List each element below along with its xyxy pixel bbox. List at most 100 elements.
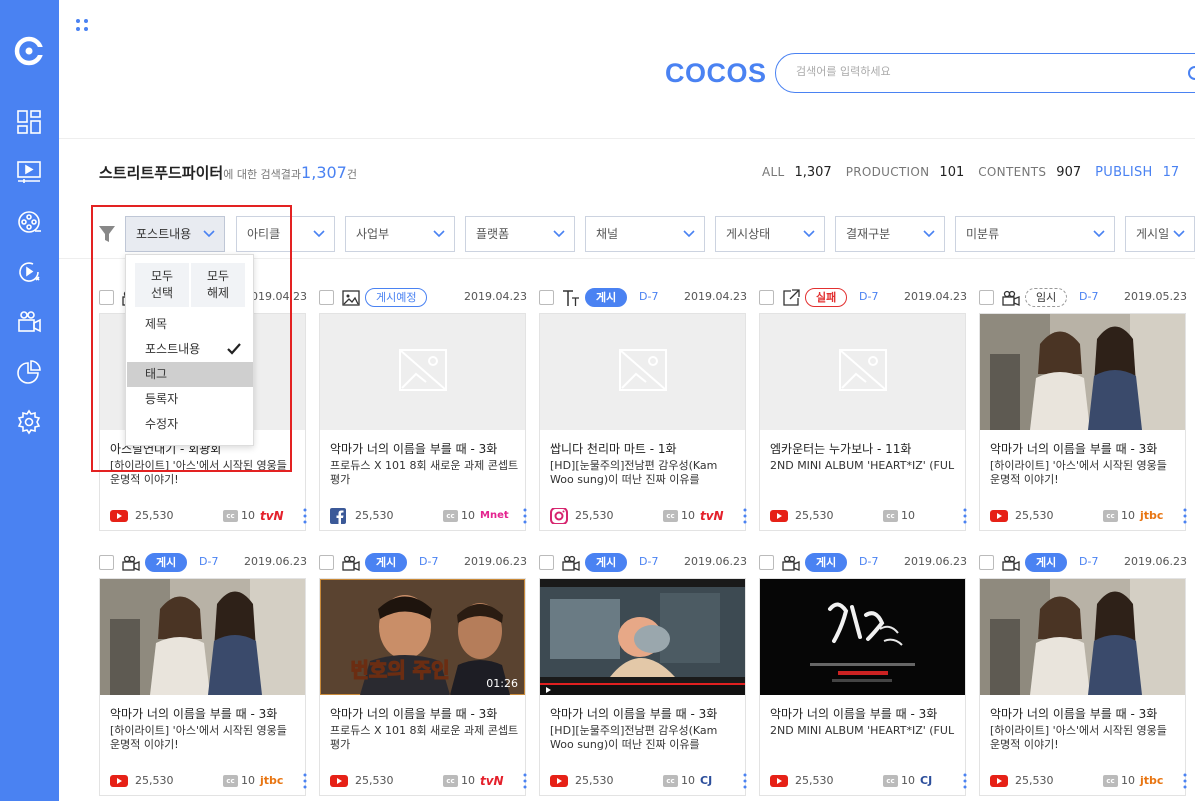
thumbnail-image xyxy=(760,579,965,695)
post-card[interactable]: 악마가 너의 이름을 부를 때 - 3화 2ND MINI ALBUM 'HEAR… xyxy=(759,578,967,796)
card-header: 게시 D-7 2019.06.23 xyxy=(759,553,967,575)
result-summary: 스트리트푸드파이터에 대한 검색결과1,307건 xyxy=(99,162,357,183)
app-logo-icon[interactable] xyxy=(14,36,44,66)
post-card[interactable]: 악마가 너의 이름을 부를 때 - 3화 [하이라이트] '아스'에서 시작된 영… xyxy=(99,578,307,796)
card-title[interactable]: 악마가 너의 이름을 부를 때 - 3화 xyxy=(990,705,1180,722)
more-options-icon[interactable] xyxy=(1183,773,1187,789)
status-badge: 실패 xyxy=(805,288,848,307)
filter-select-8[interactable]: 게시일 xyxy=(1125,216,1195,252)
deselect-all-button[interactable]: 모두 해제 xyxy=(191,263,245,307)
card-header: 게시 D-7 2019.04.23 xyxy=(539,288,747,310)
card-thumbnail[interactable] xyxy=(540,314,745,430)
more-options-icon[interactable] xyxy=(303,508,307,524)
video-camera-icon xyxy=(782,555,800,571)
card-checkbox[interactable] xyxy=(759,290,774,305)
more-options-icon[interactable] xyxy=(963,773,967,789)
filter-select-label: 채널 xyxy=(596,227,619,241)
settings-gear-icon[interactable] xyxy=(14,407,44,437)
filter-select-4[interactable]: 채널 xyxy=(585,216,705,252)
card-checkbox[interactable] xyxy=(979,555,994,570)
card-thumbnail[interactable] xyxy=(100,579,305,695)
dropdown-option-2[interactable]: 태그 xyxy=(127,362,253,387)
filter-select-2[interactable]: 사업부 xyxy=(345,216,455,252)
select-all-button[interactable]: 모두 선택 xyxy=(135,263,189,307)
app-grid-icon[interactable] xyxy=(74,17,90,33)
dropdown-option-4[interactable]: 수정자 xyxy=(127,412,253,437)
filter-select-label: 아티클 xyxy=(247,227,281,241)
chevron-down-icon xyxy=(203,230,215,238)
card-description: 프로듀스 X 101 8회 새로운 과제 콘셉트 평가 xyxy=(330,724,519,751)
card-title[interactable]: 악마가 너의 이름을 부를 때 - 3화 xyxy=(110,705,300,722)
dropdown-option-1[interactable]: 포스트내용 xyxy=(127,337,253,362)
more-options-icon[interactable] xyxy=(1183,508,1187,524)
thumbnail-image xyxy=(540,579,745,695)
card-description: [HD][눈물주의]전남편 감우성(Kam Woo sung)이 떠난 진짜 이… xyxy=(550,459,718,486)
post-card[interactable]: 악마가 너의 이름을 부를 때 - 3화 [HD][눈물주의]전남편 감우성(Ka… xyxy=(539,578,747,796)
dropdown-option-3[interactable]: 등록자 xyxy=(127,387,253,412)
search-icon[interactable] xyxy=(1186,64,1195,82)
card-title[interactable]: 쌉니다 천리마 마트 - 1화 xyxy=(550,440,740,457)
more-options-icon[interactable] xyxy=(303,773,307,789)
play-history-icon[interactable] xyxy=(14,257,44,287)
filter-select-0[interactable]: 포스트내용 xyxy=(125,216,225,252)
post-card[interactable]: 악마가 너의 이름을 부를 때 - 3화 [하이라이트] '아스'에서 시작된 영… xyxy=(979,313,1187,531)
dropdown-option-0[interactable]: 제목 xyxy=(127,312,253,337)
card-thumbnail[interactable] xyxy=(980,579,1185,695)
card-title[interactable]: 악마가 너의 이름을 부를 때 - 3화 xyxy=(770,705,960,722)
card-title[interactable]: 악마가 너의 이름을 부를 때 - 3화 xyxy=(330,440,520,457)
card-title[interactable]: 악마가 너의 이름을 부를 때 - 3화 xyxy=(990,440,1180,457)
filter-select-5[interactable]: 게시상태 xyxy=(715,216,825,252)
dashboard-icon[interactable] xyxy=(14,107,44,137)
card-description: [하이라이트] '아스'에서 시작된 영웅들 운명적 이야기! xyxy=(110,459,287,486)
stat-tab-publish[interactable]: PUBLISH 17 xyxy=(1095,165,1179,180)
filter-select-7[interactable]: 미분류 xyxy=(955,216,1115,252)
more-options-icon[interactable] xyxy=(743,773,747,789)
more-options-icon[interactable] xyxy=(963,508,967,524)
card-checkbox[interactable] xyxy=(319,555,334,570)
brand-logo-text[interactable]: COCOS xyxy=(665,58,767,89)
more-options-icon[interactable] xyxy=(743,508,747,524)
dday-label: D-7 xyxy=(639,555,659,568)
post-field-dropdown: 모두 선택 모두 해제 제목 포스트내용 태그 등록자 수정자 xyxy=(125,254,254,446)
video-camera-icon xyxy=(562,555,580,571)
card-thumbnail[interactable] xyxy=(760,314,965,430)
post-card[interactable]: 악마가 너의 이름을 부를 때 - 3화 프로듀스 X 101 8회 새로운 과제… xyxy=(319,313,527,531)
search-input[interactable] xyxy=(796,65,1166,78)
video-monitor-icon[interactable] xyxy=(14,157,44,187)
dday-label: D-7 xyxy=(859,555,879,568)
filter-select-6[interactable]: 결재구분 xyxy=(835,216,945,252)
cc-icon: cc xyxy=(663,510,678,522)
status-badge: 게시 xyxy=(585,553,628,572)
card-thumbnail[interactable] xyxy=(320,314,525,430)
thumbnail-image: 번호의 주인 01:26 xyxy=(320,579,525,695)
filter-select-3[interactable]: 플랫폼 xyxy=(465,216,575,252)
more-options-icon[interactable] xyxy=(523,773,527,789)
post-card[interactable]: 번호의 주인 01:26 악마가 너의 이름을 부를 때 - 3화프로듀스 X 10… xyxy=(319,578,527,796)
post-card[interactable]: 악마가 너의 이름을 부를 때 - 3화 [하이라이트] '아스'에서 시작된 영… xyxy=(979,578,1187,796)
dday-label: D-7 xyxy=(199,555,219,568)
card-title[interactable]: 엠카운터는 누가보나 - 11화 xyxy=(770,440,960,457)
post-card[interactable]: 쌉니다 천리마 마트 - 1화 [HD][눈물주의]전남편 감우성(Kam Woo… xyxy=(539,313,747,531)
stat-tab-contents[interactable]: CONTENTS 907 xyxy=(978,165,1081,180)
camera-icon[interactable] xyxy=(14,307,44,337)
card-title[interactable]: 악마가 너의 이름을 부를 때 - 3화 xyxy=(330,705,520,722)
card-checkbox[interactable] xyxy=(99,290,114,305)
more-options-icon[interactable] xyxy=(523,508,527,524)
card-thumbnail[interactable] xyxy=(980,314,1185,430)
card-checkbox[interactable] xyxy=(319,290,334,305)
card-thumbnail[interactable]: 번호의 주인 01:26 xyxy=(320,579,525,695)
card-checkbox[interactable] xyxy=(539,555,554,570)
card-title[interactable]: 악마가 너의 이름을 부를 때 - 3화 xyxy=(550,705,740,722)
card-checkbox[interactable] xyxy=(539,290,554,305)
card-checkbox[interactable] xyxy=(759,555,774,570)
card-thumbnail[interactable] xyxy=(540,579,745,695)
filter-select-1[interactable]: 아티클 xyxy=(236,216,335,252)
post-card[interactable]: 엠카운터는 누가보나 - 11화 2ND MINI ALBUM 'HEART*IZ… xyxy=(759,313,967,531)
card-thumbnail[interactable] xyxy=(760,579,965,695)
pie-chart-icon[interactable] xyxy=(14,357,44,387)
stat-tab-all[interactable]: ALL 1,307 xyxy=(762,165,832,180)
stat-tab-production[interactable]: PRODUCTION 101 xyxy=(846,165,965,180)
film-reel-icon[interactable] xyxy=(14,207,44,237)
card-checkbox[interactable] xyxy=(979,290,994,305)
card-checkbox[interactable] xyxy=(99,555,114,570)
